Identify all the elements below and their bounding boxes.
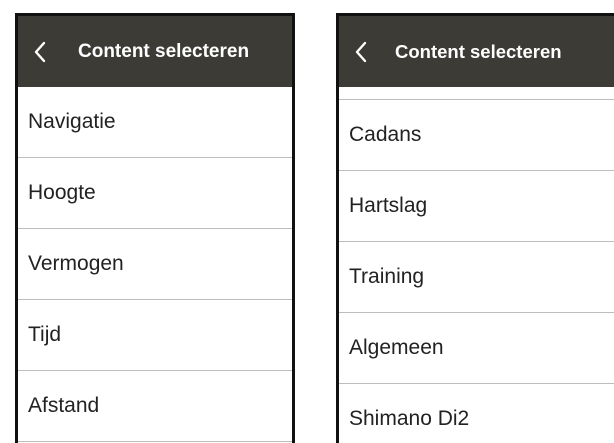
header-bar: Content selecteren [18,16,292,87]
list-item-label: Tijd [28,323,62,346]
page-title: Content selecteren [78,40,250,62]
list-item-cadans[interactable]: Cadans [339,100,614,171]
list-item-label: Algemeen [349,336,444,359]
list-item-vermogen[interactable]: Vermogen [18,229,292,300]
list-item-label: Vermogen [28,252,124,275]
list-item-hartslag[interactable]: Hartslag [339,171,614,242]
divider [339,87,614,100]
list-item-algemeen[interactable]: Algemeen [339,313,614,384]
content-list: Navigatie Hoogte Vermogen Tijd Afstand [18,87,292,443]
list-item-label: Afstand [28,394,100,417]
list-item-tijd[interactable]: Tijd [18,300,292,371]
list-item-label: Cadans [349,123,422,146]
list-item-shimano-di2[interactable]: Shimano Di2 [339,384,614,443]
chevron-left-icon[interactable] [339,16,383,87]
page-title: Content selecteren [395,40,562,62]
list-item-navigatie[interactable]: Navigatie [18,87,292,158]
list-item-training[interactable]: Training [339,242,614,313]
list-item-label: Shimano Di2 [349,407,470,430]
chevron-left-icon[interactable] [18,16,62,87]
list-item-label: Hartslag [349,194,428,217]
list-item-hoogte[interactable]: Hoogte [18,158,292,229]
list-item-afstand[interactable]: Afstand [18,371,292,442]
device-screen-right: Content selecteren Cadans Hartslag Train… [336,13,614,443]
list-item-label: Navigatie [28,110,116,133]
content-list: Cadans Hartslag Training Algemeen Shiman… [339,87,614,443]
list-item-label: Hoogte [28,181,96,204]
device-screen-left: Content selecteren Navigatie Hoogte Verm… [15,13,295,443]
list-item-label: Training [349,265,425,288]
header-bar: Content selecteren [339,16,614,87]
